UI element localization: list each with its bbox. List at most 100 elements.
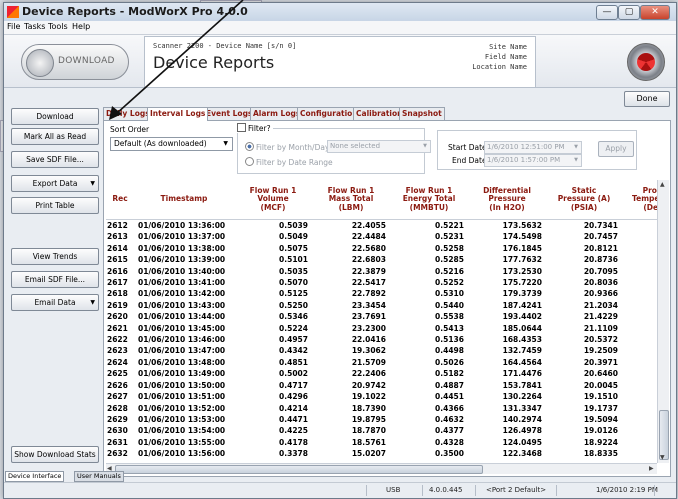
tab-daily-logs[interactable]: Daily Logs bbox=[103, 107, 153, 120]
filter-by-range-radio[interactable]: Filter by Date Range bbox=[245, 157, 333, 167]
save-sdf-button[interactable]: Save SDF File... bbox=[11, 151, 99, 168]
value-cell: 19.8795 bbox=[351, 414, 386, 424]
column-header[interactable]: Flow Run 1 Energy Total (MMBTU) bbox=[390, 180, 468, 220]
table-row[interactable]: 2621 01/06/2010 13:45:00 0.5224 23.2300 0.54… bbox=[106, 323, 657, 334]
status-bar: USB 4.0.0.445 <Port 2 Default> 1/6/2010 … bbox=[4, 482, 676, 498]
email-data-button[interactable]: Email Data ▼ bbox=[11, 294, 99, 311]
value-cell: 168.4353 bbox=[502, 335, 542, 345]
scroll-down-icon[interactable]: ▼ bbox=[660, 454, 665, 461]
value-cell: 72.2553 bbox=[622, 368, 657, 379]
value-cell: 0.5346 bbox=[279, 312, 308, 322]
vertical-scroll-thumb[interactable] bbox=[659, 410, 669, 460]
tab-alarm-logs[interactable]: Alarm Logs bbox=[250, 107, 304, 120]
export-data-button[interactable]: Export Data ▼ bbox=[11, 175, 99, 192]
dropdown-arrow-icon: ▼ bbox=[423, 143, 427, 149]
column-header-line: (LBM) bbox=[338, 202, 364, 212]
column-header[interactable]: Timestamp bbox=[134, 180, 234, 220]
table-row[interactable]: 2628 01/06/2010 13:52:00 0.4214 18.7390 0.43… bbox=[106, 403, 657, 414]
table-row[interactable]: 2614 01/06/2010 13:38:00 0.5075 22.5680 0.52… bbox=[106, 243, 657, 254]
table-row[interactable]: 2623 01/06/2010 13:47:00 0.4342 19.3062 0.44… bbox=[106, 345, 657, 356]
email-sdf-button[interactable]: Email SDF File... bbox=[11, 271, 99, 288]
tab-calibration[interactable]: Calibration bbox=[353, 107, 406, 120]
menu-tasks[interactable]: Tasks bbox=[24, 22, 45, 31]
table-row[interactable]: 2626 01/06/2010 13:50:00 0.4717 20.9742 0.48… bbox=[106, 380, 657, 391]
status-separator bbox=[654, 485, 655, 496]
tab-event-logs[interactable]: Event Logs bbox=[203, 107, 256, 120]
table-row[interactable]: 2616 01/06/2010 13:40:00 0.5035 22.3879 0.52… bbox=[106, 266, 657, 277]
dropdown-arrow-icon: ▼ bbox=[574, 157, 578, 163]
title-bar[interactable]: Device Reports - ModWorX Pro 4.0.0 — ▢ ✕ bbox=[4, 3, 676, 22]
column-header[interactable]: Rec bbox=[106, 180, 134, 220]
table-row[interactable]: 2620 01/06/2010 13:44:00 0.5346 23.7691 0.55… bbox=[106, 311, 657, 322]
value-cell: 0.5221 bbox=[435, 221, 464, 230]
tab-user-manuals[interactable]: User Manuals bbox=[74, 471, 124, 482]
value-cell: 0.5136 bbox=[435, 335, 464, 345]
value-cell: 19.1737 bbox=[583, 403, 618, 413]
apply-button[interactable]: Apply bbox=[598, 141, 634, 157]
column-header[interactable]: Static Pressure (A) (PSIA) bbox=[546, 180, 622, 220]
table-row[interactable]: 2631 01/06/2010 13:55:00 0.4178 18.5761 0.43… bbox=[106, 437, 657, 448]
view-trends-button[interactable]: View Trends bbox=[11, 248, 99, 265]
value-cell: 0.4328 bbox=[435, 437, 464, 447]
menu-file[interactable]: File bbox=[7, 22, 20, 31]
value-cell: 0.5216 bbox=[435, 266, 464, 276]
column-header[interactable]: Flow Run 1 Volume (MCF) bbox=[234, 180, 312, 220]
record-cell: 2627 bbox=[107, 392, 128, 402]
interval-log-table[interactable]: Rec Timestamp Flow Run 1 Volume (MCF) Flow Ru… bbox=[106, 180, 657, 463]
value-cell: 19.3062 bbox=[351, 346, 386, 356]
maximize-button[interactable]: ▢ bbox=[618, 5, 640, 20]
header-banner: DOWNLOAD Scanner 2200 - Device Name [s/n… bbox=[4, 35, 676, 88]
connection-status: USB bbox=[386, 486, 401, 494]
download-button[interactable]: Download bbox=[11, 108, 99, 125]
column-header[interactable]: ProcessTemperature(Deg F) bbox=[622, 180, 657, 220]
filter-by-range-label: Filter by Date Range bbox=[256, 158, 333, 167]
tab-interval-logs[interactable]: Interval Logs bbox=[147, 107, 209, 121]
table-row[interactable]: 2619 01/06/2010 13:43:00 0.5250 23.3454 0.54… bbox=[106, 300, 657, 311]
vertical-scrollbar[interactable]: ▲ ▼ bbox=[657, 180, 669, 463]
done-button[interactable]: Done bbox=[624, 91, 670, 107]
column-header[interactable]: Differential Pressure (In H2O) bbox=[468, 180, 546, 220]
sort-order-select[interactable]: Default (As downloaded) ▼ bbox=[110, 137, 233, 151]
show-download-stats-button[interactable]: Show Download Stats bbox=[11, 446, 99, 463]
table-row[interactable]: 2632 01/06/2010 13:56:00 0.3378 15.0207 0.35… bbox=[106, 448, 657, 459]
print-table-button[interactable]: Print Table bbox=[11, 197, 99, 214]
scroll-up-icon[interactable]: ▲ bbox=[660, 181, 665, 188]
mark-all-read-button[interactable]: Mark All as Read bbox=[11, 128, 99, 145]
value-cell: 0.5070 bbox=[279, 278, 308, 288]
minimize-button[interactable]: — bbox=[596, 5, 618, 20]
table-row[interactable]: 2622 01/06/2010 13:46:00 0.4957 22.0416 0.51… bbox=[106, 334, 657, 345]
tab-snapshot[interactable]: Snapshot bbox=[399, 107, 445, 120]
column-header[interactable]: Flow Run 1 Mass Total (LBM) bbox=[312, 180, 390, 220]
table-row[interactable]: 2618 01/06/2010 13:42:00 0.5125 22.7892 0.53… bbox=[106, 288, 657, 299]
table-row[interactable]: 2624 01/06/2010 13:48:00 0.4851 21.5709 0.50… bbox=[106, 357, 657, 368]
tab-device-interface[interactable]: Device Interface bbox=[5, 471, 65, 482]
menu-help[interactable]: Help bbox=[72, 22, 90, 31]
filter-checkbox[interactable]: Filter? bbox=[237, 123, 273, 133]
close-button[interactable]: ✕ bbox=[640, 5, 670, 20]
record-cell: 2623 bbox=[107, 346, 128, 356]
value-cell: 0.3378 bbox=[279, 449, 308, 459]
end-date-field[interactable]: 1/6/2010 1:57:00 PM ▼ bbox=[484, 154, 582, 167]
table-row[interactable]: 2627 01/06/2010 13:51:00 0.4296 19.1022 0.44… bbox=[106, 391, 657, 402]
value-cell: 22.5680 bbox=[351, 243, 386, 253]
table-row[interactable]: 2612 01/06/2010 13:36:00 0.5039 22.4055 0.52… bbox=[106, 220, 657, 232]
value-cell: 72.2567 bbox=[622, 380, 657, 391]
table-row[interactable]: 2630 01/06/2010 13:54:00 0.4225 18.7870 0.43… bbox=[106, 425, 657, 436]
value-cell: 20.3971 bbox=[583, 357, 618, 367]
save-sdf-label: Save SDF File... bbox=[26, 155, 84, 164]
value-cell: 0.4851 bbox=[279, 357, 308, 367]
start-date-field[interactable]: 1/6/2010 12:51:00 PM ▼ bbox=[484, 141, 582, 154]
tab-configuration[interactable]: Configuration bbox=[297, 107, 361, 120]
table-row[interactable]: 2625 01/06/2010 13:49:00 0.5002 22.2406 0.51… bbox=[106, 368, 657, 379]
table-row[interactable]: 2615 01/06/2010 13:39:00 0.5101 22.6803 0.52… bbox=[106, 254, 657, 265]
value-cell: 177.7632 bbox=[502, 255, 542, 265]
record-cell: 2632 bbox=[107, 449, 128, 459]
month-day-select[interactable]: None selected ▼ bbox=[327, 140, 431, 153]
menu-tools[interactable]: Tools bbox=[48, 22, 68, 31]
window-title: Device Reports - ModWorX Pro 4.0.0 bbox=[22, 5, 248, 18]
table-row[interactable]: 2629 01/06/2010 13:53:00 0.4471 19.8795 0.46… bbox=[106, 414, 657, 425]
column-header-line: (MCF) bbox=[260, 202, 286, 212]
filter-by-month-radio[interactable]: Filter by Month/Day bbox=[245, 142, 329, 152]
table-row[interactable]: 2613 01/06/2010 13:37:00 0.5049 22.4484 0.52… bbox=[106, 231, 657, 242]
table-row[interactable]: 2617 01/06/2010 13:41:00 0.5070 22.5417 0.52… bbox=[106, 277, 657, 288]
